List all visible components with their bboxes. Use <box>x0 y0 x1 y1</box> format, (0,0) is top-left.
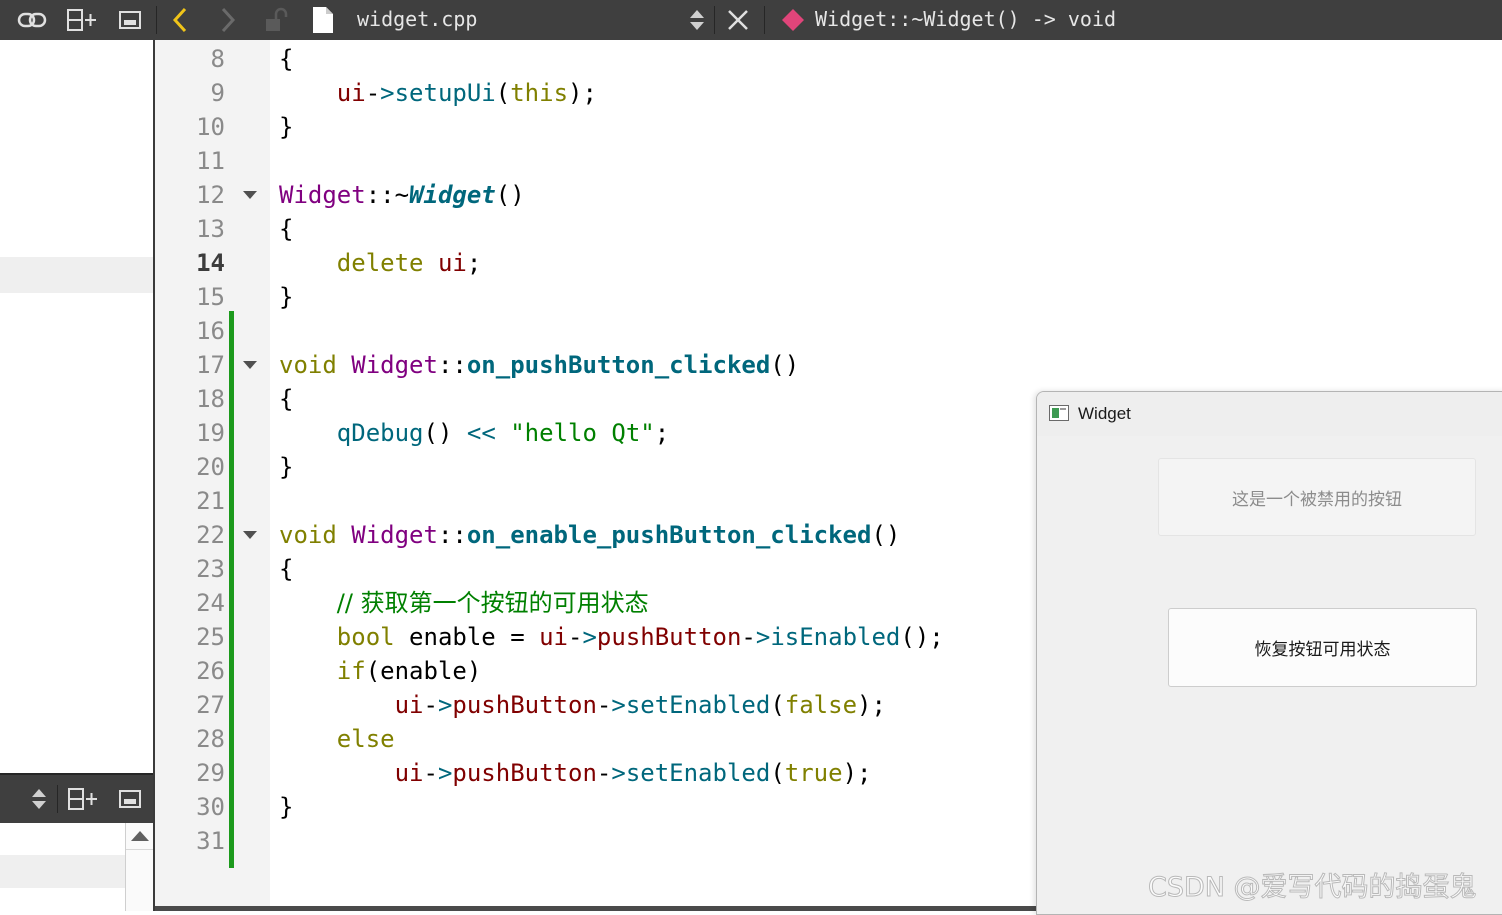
code-line[interactable]: bool enable = ui->pushButton->isEnabled(… <box>279 620 944 654</box>
window-icon[interactable] <box>114 775 146 823</box>
symbol-selector[interactable]: Widget::~Widget() -> void <box>815 0 1116 38</box>
forward-arrow-icon[interactable] <box>214 0 242 40</box>
line-number: 28 <box>196 725 225 753</box>
line-number: 12 <box>196 181 225 209</box>
line-number: 31 <box>196 827 225 855</box>
line-number: 10 <box>196 113 225 141</box>
line-number: 18 <box>196 385 225 413</box>
line-number: 17 <box>196 351 225 379</box>
scroll-up-icon[interactable] <box>131 831 149 841</box>
sidebar-selected-row[interactable] <box>0 257 153 293</box>
lock-icon[interactable] <box>262 0 292 40</box>
code-line[interactable]: } <box>279 280 293 314</box>
restore-enable-button[interactable]: 恢复按钮可用状态 <box>1168 608 1477 687</box>
line-number: 19 <box>196 419 225 447</box>
code-line[interactable]: if(enable) <box>279 654 482 688</box>
back-arrow-icon[interactable] <box>166 0 194 40</box>
code-line[interactable]: void Widget::on_pushButton_clicked() <box>279 348 799 382</box>
line-number: 16 <box>196 317 225 345</box>
code-line[interactable]: } <box>279 110 293 144</box>
code-line[interactable]: { <box>279 212 293 246</box>
code-line[interactable]: delete ui; <box>279 246 482 280</box>
sidebar-scrollbar[interactable] <box>125 823 153 911</box>
fold-toggle-icon[interactable] <box>243 531 257 539</box>
code-line[interactable]: } <box>279 790 293 824</box>
line-number: 11 <box>196 147 225 175</box>
fold-toggle-icon[interactable] <box>243 361 257 369</box>
sidebar-toolbar <box>0 773 153 823</box>
line-number: 25 <box>196 623 225 651</box>
code-line[interactable]: else <box>279 722 395 756</box>
code-line[interactable]: qDebug() << "hello Qt"; <box>279 416 669 450</box>
line-number: 26 <box>196 657 225 685</box>
method-icon <box>780 0 806 40</box>
code-line[interactable]: Widget::~Widget() <box>279 178 525 212</box>
line-number: 29 <box>196 759 225 787</box>
code-line[interactable]: } <box>279 450 293 484</box>
widget-window: Widget 这是一个被禁用的按钮 恢复按钮可用状态 <box>1036 391 1502 915</box>
sidebar-list-row[interactable] <box>0 855 125 888</box>
sort-arrows-icon[interactable] <box>28 775 50 823</box>
window-title: Widget <box>1078 404 1131 423</box>
code-line[interactable]: { <box>279 42 293 76</box>
line-number: 13 <box>196 215 225 243</box>
code-line[interactable]: ui->pushButton->setEnabled(false); <box>279 688 886 722</box>
sort-arrows-icon[interactable] <box>686 0 708 40</box>
code-line[interactable]: { <box>279 552 293 586</box>
line-number: 24 <box>196 589 225 617</box>
line-number: 30 <box>196 793 225 821</box>
left-sidebar <box>0 40 153 911</box>
file-name[interactable]: widget.cpp <box>357 0 477 38</box>
split-add-icon[interactable] <box>62 0 102 40</box>
disabled-push-button: 这是一个被禁用的按钮 <box>1158 458 1476 536</box>
link-icon[interactable] <box>14 0 50 40</box>
window-title-bar[interactable]: Widget <box>1037 392 1502 436</box>
app-window-icon <box>1049 405 1069 421</box>
window-icon[interactable] <box>114 0 146 40</box>
code-line[interactable]: ui->pushButton->setEnabled(true); <box>279 756 872 790</box>
line-number: 23 <box>196 555 225 583</box>
line-number: 15 <box>196 283 225 311</box>
split-add-icon[interactable] <box>63 775 103 823</box>
code-line[interactable]: { <box>279 382 293 416</box>
code-line[interactable]: // 获取第一个按钮的可用状态 <box>279 586 649 620</box>
line-number: 22 <box>196 521 225 549</box>
code-line[interactable]: ui->setupUi(this); <box>279 76 597 110</box>
line-number: 21 <box>196 487 225 515</box>
line-number: 14 <box>196 249 225 277</box>
watermark: CSDN @爱写代码的捣蛋鬼 <box>1148 872 1478 904</box>
line-number: 8 <box>210 45 225 73</box>
code-line[interactable]: void Widget::on_enable_pushButton_clicke… <box>279 518 900 552</box>
line-number: 20 <box>196 453 225 481</box>
file-icon <box>310 0 336 40</box>
close-icon[interactable] <box>724 0 752 40</box>
line-number: 27 <box>196 691 225 719</box>
editor-toolbar: widget.cpp Widget::~Widget() -> void <box>0 0 1502 40</box>
line-number: 9 <box>210 79 225 107</box>
fold-toggle-icon[interactable] <box>243 191 257 199</box>
change-marker-bar <box>229 311 234 868</box>
